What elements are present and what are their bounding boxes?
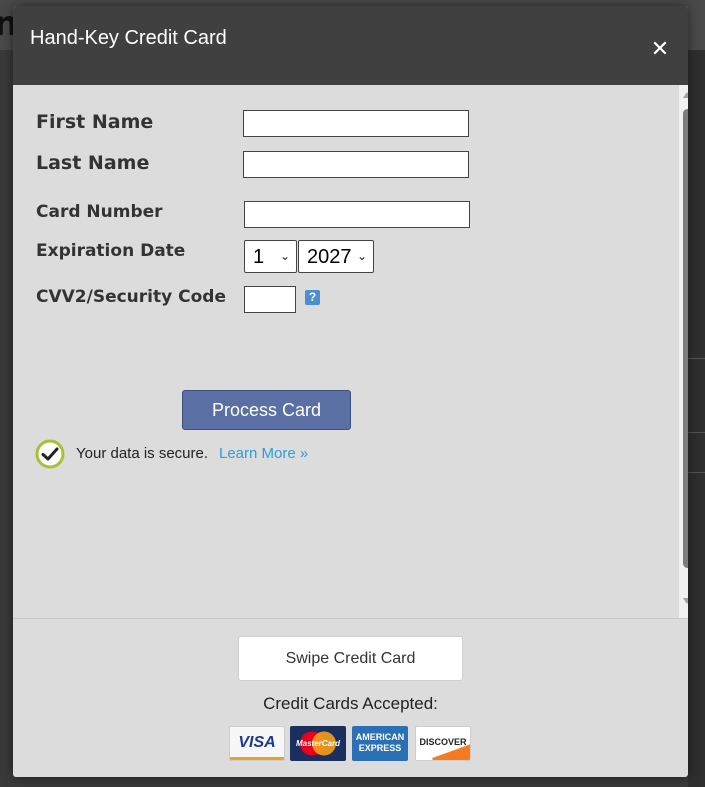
- mastercard-logo-text: MasterCard: [295, 739, 340, 748]
- last-name-label: Last Name: [36, 152, 150, 174]
- visa-logo-text: VISA: [238, 734, 276, 751]
- background-divider: [688, 358, 705, 359]
- visa-logo: VISA: [229, 726, 285, 761]
- background-right-strip: [688, 50, 705, 787]
- discover-logo: DISCOVER: [415, 726, 471, 761]
- scrollbar-thumb[interactable]: [683, 109, 688, 568]
- background-divider: [688, 432, 705, 433]
- first-name-label: First Name: [36, 111, 154, 133]
- first-name-input[interactable]: [243, 110, 469, 137]
- modal-title: Hand-Key Credit Card: [30, 27, 227, 49]
- credit-card-modal: Hand-Key Credit Card ✕ First Name Last N…: [13, 6, 688, 777]
- chevron-down-icon: ⌄: [280, 249, 291, 263]
- scroll-up-arrow-icon[interactable]: [683, 92, 688, 98]
- amex-logo: AMERICAN EXPRESS: [352, 726, 408, 761]
- modal-header: Hand-Key Credit Card ✕: [13, 6, 688, 85]
- credit-cards-accepted-label: Credit Cards Accepted:: [263, 694, 438, 713]
- mastercard-logo: MasterCard: [290, 726, 346, 761]
- card-number-label: Card Number: [36, 202, 163, 222]
- secure-text: Your data is secure.: [76, 445, 209, 462]
- close-icon[interactable]: ✕: [648, 38, 672, 62]
- visa-logo-bar: [230, 757, 284, 760]
- background-divider: [688, 472, 705, 473]
- amex-logo-text: AMERICAN EXPRESS: [355, 732, 405, 753]
- chevron-down-icon: ⌄: [357, 249, 368, 263]
- check-circle-icon: [35, 439, 65, 469]
- scrollbar[interactable]: [679, 85, 688, 618]
- card-number-input[interactable]: [244, 201, 470, 228]
- cvv-label: CVV2/Security Code: [36, 287, 226, 307]
- scroll-down-arrow-icon[interactable]: [683, 598, 688, 604]
- expiration-year-value: 2027: [307, 246, 352, 268]
- process-card-button[interactable]: Process Card: [182, 390, 351, 430]
- footer-divider: [13, 618, 688, 619]
- last-name-input[interactable]: [243, 151, 469, 178]
- swipe-credit-card-button[interactable]: Swipe Credit Card: [238, 636, 463, 681]
- expiration-month-select[interactable]: 1 ⌄: [244, 240, 297, 273]
- expiration-date-label: Expiration Date: [36, 241, 186, 261]
- learn-more-link[interactable]: Learn More »: [219, 445, 308, 462]
- form-scroll-area[interactable]: First Name Last Name Card Number Expirat…: [13, 85, 688, 618]
- expiration-month-value: 1: [253, 246, 265, 268]
- discover-logo-text: DISCOVER: [419, 737, 467, 747]
- expiration-year-select[interactable]: 2027 ⌄: [298, 240, 374, 273]
- cvv-input[interactable]: [244, 286, 296, 313]
- question-icon[interactable]: ?: [305, 290, 320, 305]
